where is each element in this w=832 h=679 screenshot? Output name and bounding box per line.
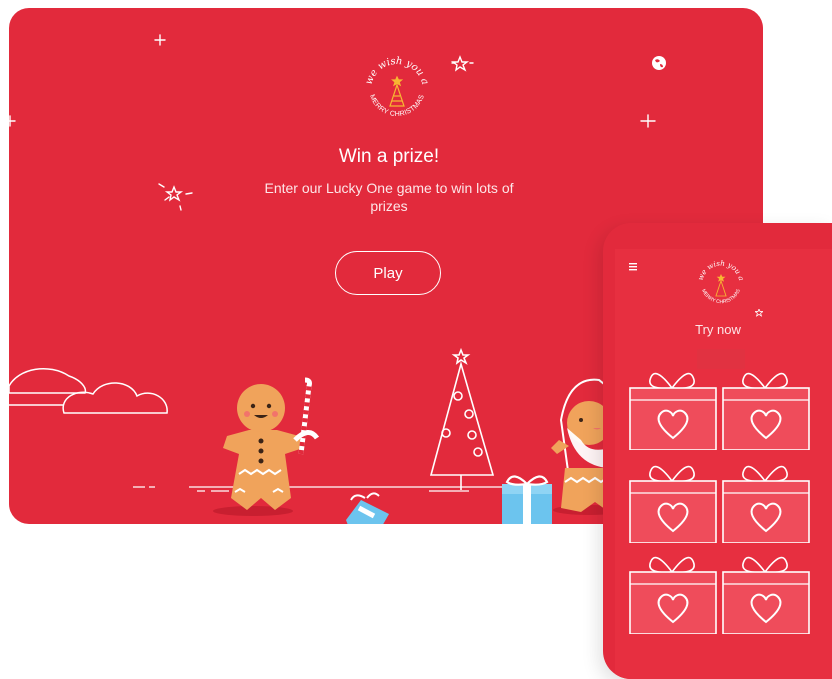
gift-box-button[interactable]: [628, 550, 718, 634]
ground-line: [133, 486, 529, 492]
svg-text:MERRY CHRISTMAS: MERRY CHRISTMAS: [700, 288, 742, 306]
star-icon: [755, 309, 763, 317]
merry-christmas-logo: we wish you a MERRY CHRISTMAS: [364, 56, 431, 118]
merry-christmas-logo: we wish you a MERRY CHRISTMAS: [696, 259, 747, 306]
gift-box-button[interactable]: [721, 550, 811, 634]
play-button[interactable]: Play: [335, 251, 441, 295]
christmas-tree-icon: [389, 75, 405, 107]
try-now-label: Try now: [695, 322, 741, 337]
sparkle-icon: [9, 115, 16, 127]
logo-bottom-text: MERRY CHRISTMAS: [700, 288, 742, 306]
hamburger-menu-icon[interactable]: [629, 262, 641, 272]
sparkle-icon: [154, 34, 166, 46]
gift-box-button[interactable]: [721, 366, 811, 450]
sparkle-icon: [640, 114, 656, 128]
present-box-illustration: [346, 492, 389, 524]
star-icon: [164, 185, 184, 202]
phone-device: we wish you a MERRY CHRISTMAS Try now: [603, 223, 832, 679]
gift-box-button[interactable]: [628, 459, 718, 543]
cloud-illustration: [9, 368, 168, 414]
gingerbread-man-illustration: [213, 377, 320, 516]
christmas-tree-icon: [715, 274, 727, 297]
christmas-tree-illustration: [429, 347, 495, 490]
page-subtitle: Enter our Lucky One game to win lots of …: [264, 180, 514, 214]
globe-icon[interactable]: [651, 55, 667, 71]
gift-box-button[interactable]: [721, 459, 811, 543]
gift-box-button[interactable]: [628, 366, 718, 450]
present-box-illustration: [502, 475, 552, 524]
page-title: Win a prize!: [338, 146, 440, 167]
